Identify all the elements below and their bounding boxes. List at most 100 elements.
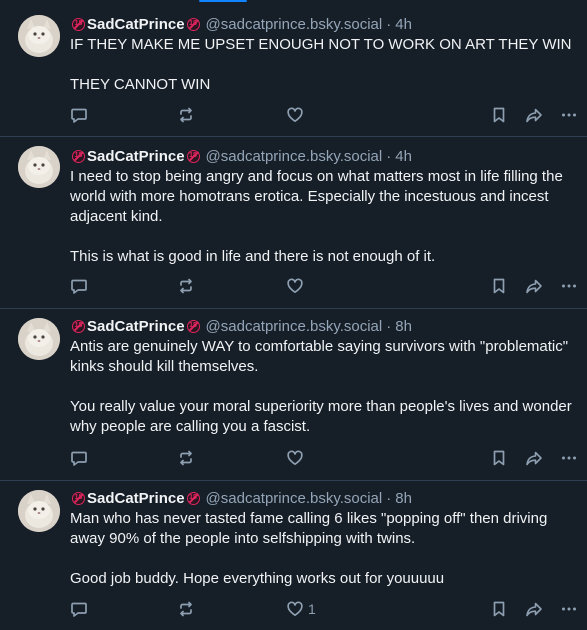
like-button[interactable]: [286, 448, 308, 468]
post-paragraph: THEY CANNOT WIN: [70, 76, 211, 93]
repost-icon: [180, 278, 192, 294]
cat-avatar[interactable]: [18, 146, 60, 188]
post-paragraph: Good job buddy. Hope everything works ou…: [70, 570, 445, 587]
post-header: 18 SadCatPrince 18 @sadcatprince.bsky.so…: [70, 146, 587, 166]
share-button[interactable]: [525, 448, 543, 468]
more-options-icon: [562, 607, 576, 611]
post-feed: 18 SadCatPrince 18 @sadcatprince.bsky.so…: [0, 0, 587, 630]
heart-icon: [287, 278, 303, 294]
feed-post[interactable]: 18 SadCatPrince 18 @sadcatprince.bsky.so…: [0, 481, 587, 630]
share-button[interactable]: [525, 599, 543, 619]
author-display-name[interactable]: SadCatPrince: [87, 318, 185, 335]
share-button[interactable]: [525, 105, 543, 125]
cat-avatar[interactable]: [18, 318, 60, 360]
post-paragraph: This is what is good in life and there i…: [70, 248, 436, 265]
share-icon: [526, 279, 542, 294]
author-display-name[interactable]: SadCatPrince: [87, 148, 185, 165]
post-paragraph: Antis are genuinely WAY to comfortable s…: [70, 338, 569, 375]
post-paragraph: I need to stop being angry and focus on …: [70, 168, 563, 225]
feed-post[interactable]: 18 SadCatPrince 18 @sadcatprince.bsky.so…: [0, 0, 587, 137]
author-handle[interactable]: @sadcatprince.bsky.social: [206, 148, 383, 165]
heart-icon: [287, 601, 303, 617]
adult-content-badge: 18: [186, 491, 200, 505]
cat-avatar[interactable]: [18, 15, 60, 57]
post-body: IF THEY MAKE ME UPSET ENOUGH NOT TO WORK…: [70, 35, 587, 95]
post-paragraph: You really value your moral superiority …: [70, 398, 572, 435]
post-timestamp[interactable]: 8h: [395, 490, 412, 507]
adult-content-badge: 18: [72, 17, 85, 31]
post-actions: [70, 105, 587, 125]
feed-post[interactable]: 18 SadCatPrince 18 @sadcatprince.bsky.so…: [0, 137, 587, 309]
more-options-button[interactable]: [560, 448, 578, 468]
cat-avatar[interactable]: [18, 490, 60, 532]
author-handle[interactable]: @sadcatprince.bsky.social: [206, 318, 383, 335]
more-options-button[interactable]: [560, 105, 578, 125]
heart-icon: [287, 450, 303, 466]
post-body: Antis are genuinely WAY to comfortable s…: [70, 337, 587, 437]
share-button[interactable]: [525, 276, 543, 296]
reply-button[interactable]: [70, 448, 88, 468]
like-button[interactable]: [286, 105, 308, 125]
adult-content-badge: 18: [72, 491, 85, 505]
repost-icon: [180, 450, 192, 466]
bookmark-icon: [493, 278, 505, 294]
header-separator: ·: [386, 15, 392, 33]
header-separator: ·: [386, 489, 392, 507]
post-paragraph: Man who has never tasted fame calling 6 …: [70, 510, 548, 547]
post-actions: 1: [70, 599, 587, 619]
adult-content-badge: 18: [72, 149, 85, 163]
post-header: 18 SadCatPrince 18 @sadcatprince.bsky.so…: [70, 316, 587, 336]
repost-icon: [180, 601, 192, 617]
adult-content-badge: 18: [186, 319, 200, 333]
post-actions: [70, 448, 587, 468]
author-display-name[interactable]: SadCatPrince: [87, 490, 185, 507]
bookmark-button[interactable]: [490, 105, 508, 125]
bookmark-icon: [493, 450, 505, 466]
reply-icon: [71, 108, 87, 123]
header-separator: ·: [386, 147, 392, 165]
bookmark-icon: [493, 107, 505, 123]
like-button[interactable]: 1: [286, 599, 316, 619]
repost-button[interactable]: [177, 599, 195, 619]
reply-icon: [71, 279, 87, 294]
post-timestamp[interactable]: 8h: [395, 318, 412, 335]
author-handle[interactable]: @sadcatprince.bsky.social: [206, 490, 383, 507]
like-button[interactable]: [286, 276, 308, 296]
adult-content-badge: 18: [186, 149, 200, 163]
reply-button[interactable]: [70, 276, 88, 296]
author-handle[interactable]: @sadcatprince.bsky.social: [206, 16, 383, 33]
adult-content-badge: 18: [72, 319, 85, 333]
repost-button[interactable]: [177, 105, 195, 125]
reply-button[interactable]: [70, 105, 88, 125]
repost-icon: [180, 107, 192, 123]
post-timestamp[interactable]: 4h: [395, 148, 412, 165]
like-count: 1: [308, 601, 316, 617]
more-options-icon: [562, 113, 576, 117]
post-timestamp[interactable]: 4h: [395, 16, 412, 33]
reply-icon: [71, 602, 87, 617]
more-options-button[interactable]: [560, 599, 578, 619]
bookmark-icon: [493, 601, 505, 617]
feed-post[interactable]: 18 SadCatPrince 18 @sadcatprince.bsky.so…: [0, 309, 587, 481]
bookmark-button[interactable]: [490, 276, 508, 296]
more-options-icon: [562, 456, 576, 460]
reply-button[interactable]: [70, 599, 88, 619]
author-display-name[interactable]: SadCatPrince: [87, 16, 185, 33]
share-icon: [526, 108, 542, 123]
more-options-icon: [562, 284, 576, 288]
share-icon: [526, 451, 542, 466]
repost-button[interactable]: [177, 276, 195, 296]
post-header: 18 SadCatPrince 18 @sadcatprince.bsky.so…: [70, 488, 587, 508]
reply-icon: [71, 451, 87, 466]
post-paragraph: IF THEY MAKE ME UPSET ENOUGH NOT TO WORK…: [70, 36, 572, 53]
header-separator: ·: [386, 317, 392, 335]
share-icon: [526, 602, 542, 617]
more-options-button[interactable]: [560, 276, 578, 296]
repost-button[interactable]: [177, 448, 195, 468]
post-body: Man who has never tasted fame calling 6 …: [70, 509, 587, 589]
bookmark-button[interactable]: [490, 599, 508, 619]
bookmark-button[interactable]: [490, 448, 508, 468]
heart-icon: [287, 107, 303, 123]
adult-content-badge: 18: [186, 17, 200, 31]
post-body: I need to stop being angry and focus on …: [70, 167, 587, 267]
